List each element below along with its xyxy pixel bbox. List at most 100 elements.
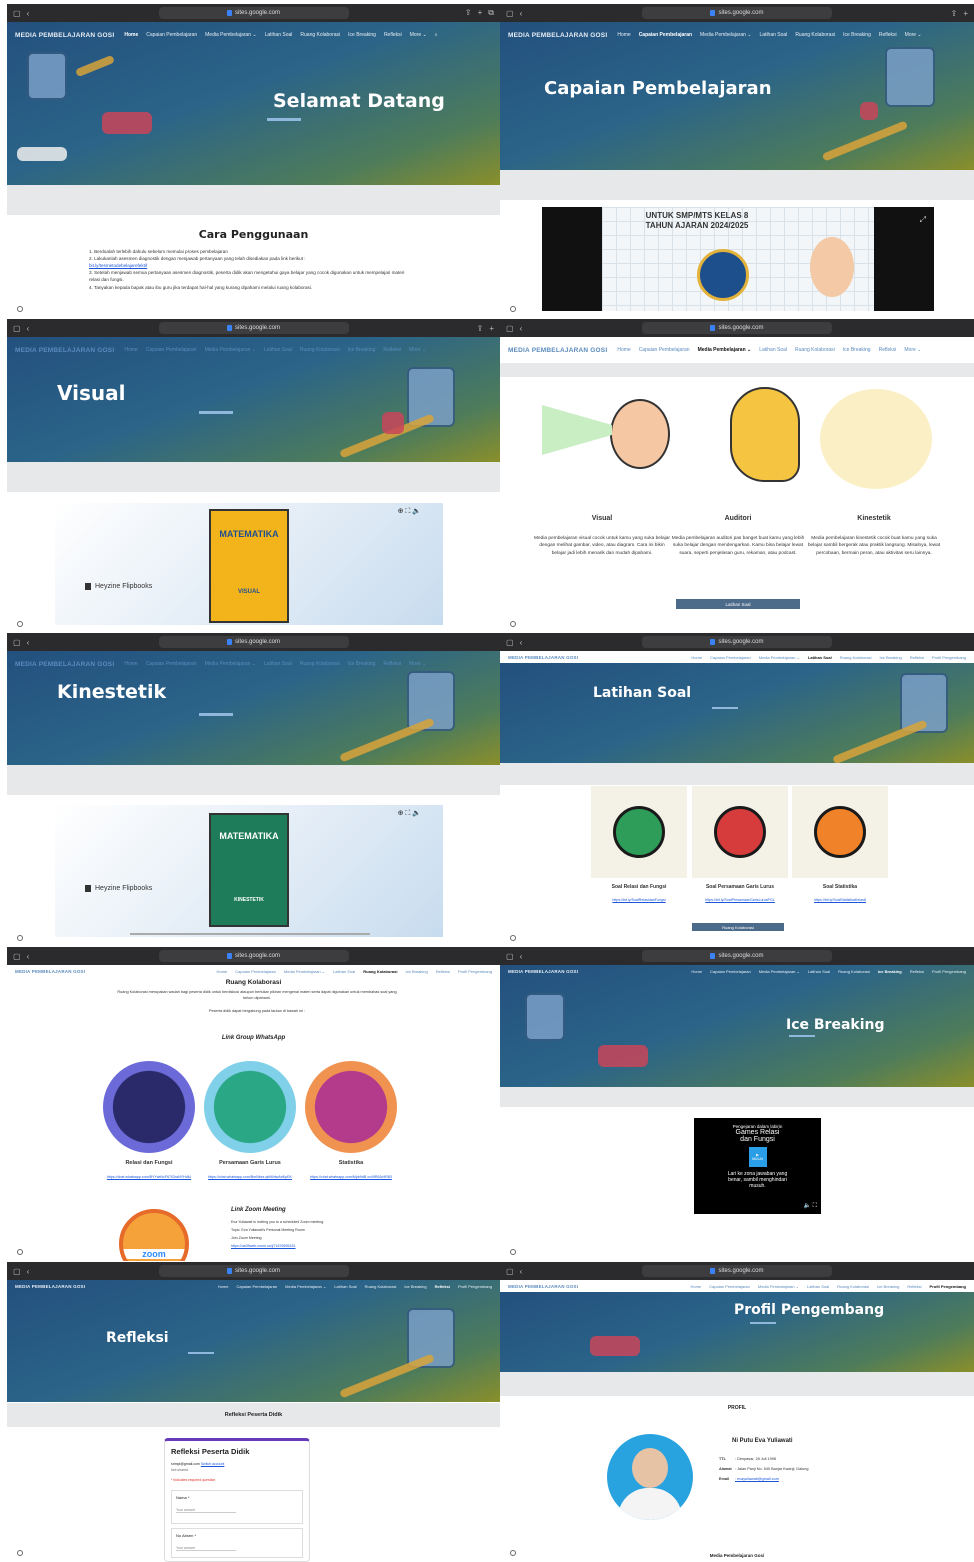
switch-account-link[interactable]: Switch account	[201, 1462, 225, 1466]
new-tab-icon[interactable]: +	[963, 9, 968, 18]
brand[interactable]: MEDIA PEMBELAJARAN GOSI	[508, 655, 578, 660]
address-bar[interactable]: sites.google.com	[642, 950, 832, 962]
nav-ruang[interactable]: Ruang Kolaborasi	[840, 655, 872, 660]
slides-embed[interactable]: UNTUK SMP/MTS KELAS 8 TAHUN AJARAN 2024/…	[542, 207, 934, 311]
nav-latihan[interactable]: Latihan Soal	[265, 32, 293, 38]
sidebar-icon[interactable]: ▢	[13, 638, 21, 647]
nav-ice[interactable]: Ice Breaking	[348, 661, 376, 667]
nav-capaian[interactable]: Capaian Pembelajaran	[710, 969, 751, 974]
address-bar[interactable]: sites.google.com	[158, 322, 349, 334]
search-icon[interactable]: ⌕	[435, 32, 438, 38]
zoom-icon[interactable]: ⊕ ⛶ 🔈	[398, 809, 421, 818]
nav-ice[interactable]: Ice Breaking	[404, 1284, 426, 1289]
nav-ruang[interactable]: Ruang Kolaborasi	[300, 661, 340, 667]
nav-refleksi[interactable]: Refleksi	[879, 347, 897, 353]
nav-media[interactable]: Media Pembelajaran ⌄	[700, 32, 751, 38]
back-icon[interactable]: ‹	[520, 638, 523, 647]
play-button[interactable]: ▶ MULAI	[748, 1147, 767, 1167]
nav-ruang[interactable]: Ruang Kolaborasi	[838, 969, 870, 974]
nav-refleksi[interactable]: Refleksi	[435, 1284, 450, 1289]
field-nama-input[interactable]: Your answer	[176, 1508, 236, 1513]
nav-ruang[interactable]: Ruang Kolaborasi	[300, 347, 340, 353]
nav-media[interactable]: Media Pembelajaran ⌄	[759, 969, 800, 974]
nav-latihan[interactable]: Latihan Soal	[808, 655, 832, 660]
address-bar[interactable]: sites.google.com	[158, 7, 349, 19]
back-icon[interactable]: ‹	[27, 1267, 30, 1276]
info-icon[interactable]	[510, 1249, 516, 1255]
info-icon[interactable]	[17, 621, 23, 627]
zoom-icon[interactable]: ⊕ ⛶ 🔈	[398, 507, 421, 516]
group-pgl-icon[interactable]	[204, 1061, 296, 1153]
nav-ice[interactable]: Ice Breaking	[843, 347, 871, 353]
card-pgl[interactable]	[692, 786, 788, 878]
nav-media[interactable]: Media Pembelajaran ⌄	[758, 1284, 799, 1289]
brand[interactable]: MEDIA PEMBELAJARAN GOSI	[15, 1284, 85, 1289]
brand[interactable]: MEDIA PEMBELAJARAN GOSI	[508, 32, 607, 39]
back-icon[interactable]: ‹	[27, 9, 30, 18]
sidebar-icon[interactable]: ▢	[506, 324, 514, 333]
group-relasi-icon[interactable]	[103, 1061, 195, 1153]
address-bar[interactable]: sites.google.com	[642, 322, 832, 334]
nav-ruang[interactable]: Ruang Kolaborasi	[363, 969, 397, 974]
nav-capaian[interactable]: Capaian Pembelajaran	[236, 1284, 277, 1289]
sidebar-icon[interactable]: ▢	[506, 1267, 514, 1276]
new-tab-icon[interactable]: +	[478, 8, 483, 18]
nav-refleksi[interactable]: Refleksi	[383, 347, 401, 353]
tabs-icon[interactable]: ⧉	[488, 8, 494, 18]
card-statistika[interactable]	[792, 786, 888, 878]
nav-refleksi[interactable]: Refleksi	[436, 969, 450, 974]
sidebar-icon[interactable]: ▢	[13, 324, 21, 333]
nav-media[interactable]: Media Pembelajaran ⌄	[285, 1284, 326, 1289]
zoom-link[interactable]: https://us05web.zoom.us/j/71676595151	[231, 1243, 431, 1251]
nav-more[interactable]: More ⌄	[905, 32, 922, 38]
info-icon[interactable]	[17, 1249, 23, 1255]
nav-capaian[interactable]: Capaian Pembelajaran	[146, 661, 197, 667]
back-icon[interactable]: ‹	[520, 952, 523, 961]
address-bar[interactable]: sites.google.com	[642, 1265, 832, 1277]
sidebar-icon[interactable]: ▢	[13, 9, 21, 18]
back-icon[interactable]: ‹	[520, 1267, 523, 1276]
new-tab-icon[interactable]: +	[489, 324, 494, 333]
nav-capaian[interactable]: Capaian Pembelajaran	[639, 32, 692, 38]
nav-media[interactable]: Media Pembelajaran ⌄	[205, 32, 256, 38]
nav-capaian[interactable]: Capaian Pembelajaran	[639, 347, 690, 353]
nav-ice[interactable]: Ice Breaking	[878, 969, 902, 974]
share-icon[interactable]: ⇪	[951, 9, 958, 18]
sidebar-icon[interactable]: ▢	[506, 638, 514, 647]
nav-ruang[interactable]: Ruang Kolaborasi	[795, 347, 835, 353]
info-icon[interactable]	[510, 306, 516, 312]
brand[interactable]: MEDIA PEMBELAJARAN GOSI	[15, 347, 114, 354]
nav-ruang[interactable]: Ruang Kolaborasi	[795, 32, 835, 38]
back-icon[interactable]: ‹	[27, 324, 30, 333]
nav-latihan[interactable]: Latihan Soal	[264, 661, 292, 667]
nav-capaian[interactable]: Capaian Pembelajaran	[710, 655, 751, 660]
info-icon[interactable]	[510, 935, 516, 941]
ruang-kolaborasi-button[interactable]: Ruang Kolaborasi	[692, 923, 784, 931]
back-icon[interactable]: ‹	[520, 324, 523, 333]
info-icon[interactable]	[510, 621, 516, 627]
nav-latihan[interactable]: Latihan Soal	[808, 969, 830, 974]
nav-capaian[interactable]: Capaian Pembelajaran	[235, 969, 276, 974]
nav-refleksi[interactable]: Refleksi	[383, 661, 401, 667]
brand[interactable]: MEDIA PEMBELAJARAN GOSI	[15, 969, 85, 974]
group-pgl-link[interactable]: https://chat.whatsapp.com/BmNbzs qfdWdwA…	[200, 1175, 300, 1181]
nav-ice[interactable]: Ice Breaking	[348, 347, 376, 353]
address-bar[interactable]: sites.google.com	[158, 950, 349, 962]
nav-home[interactable]: Home	[124, 347, 137, 353]
nav-refleksi[interactable]: Refleksi	[879, 32, 897, 38]
sidebar-icon[interactable]: ▢	[506, 952, 514, 961]
nav-ice[interactable]: Ice Breaking	[880, 655, 902, 660]
nav-ruang[interactable]: Ruang Kolaborasi	[837, 1284, 869, 1289]
address-bar[interactable]: sites.google.com	[642, 7, 832, 19]
share-icon[interactable]: ⇪	[477, 324, 484, 333]
group-statistika-icon[interactable]	[305, 1061, 397, 1153]
nav-latihan[interactable]: Latihan Soal	[334, 1284, 356, 1289]
nav-ice[interactable]: Ice Breaking	[877, 1284, 899, 1289]
latihan-soal-button[interactable]: Latihan Soal	[676, 599, 800, 609]
address-bar[interactable]: sites.google.com	[158, 636, 349, 648]
group-relasi-link[interactable]: https://chat.whatsapp.com/BYYwtNcF67lCka…	[99, 1175, 199, 1181]
sidebar-icon[interactable]: ▢	[506, 9, 514, 18]
card-pgl-link[interactable]: https://bit.ly/SoalPersamaanGarisLurusPG…	[688, 898, 792, 904]
info-icon[interactable]	[17, 1550, 23, 1556]
brand[interactable]: MEDIA PEMBELAJARAN GOSI	[15, 32, 114, 39]
